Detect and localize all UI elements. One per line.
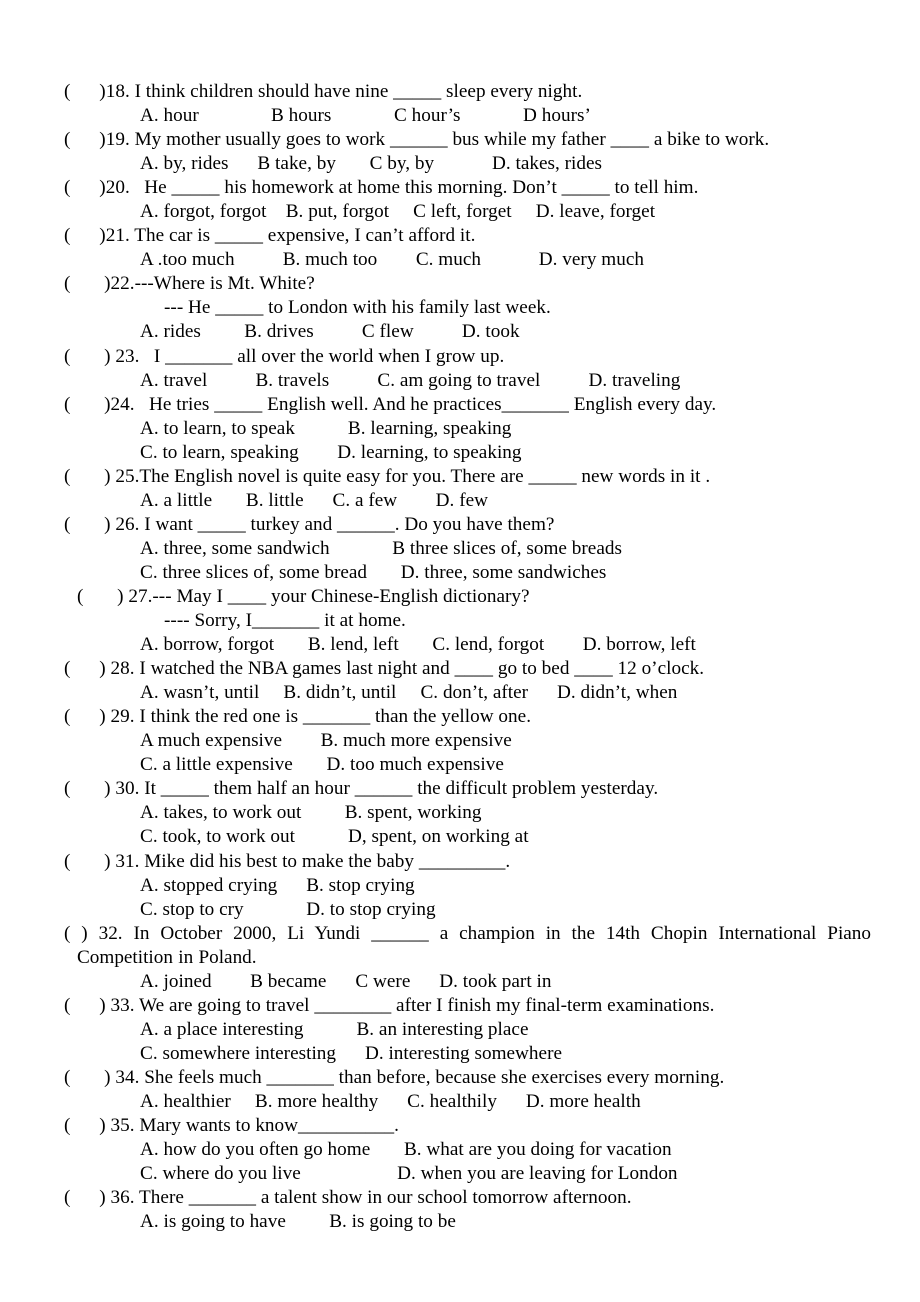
question-block: ( ) 33. We are going to travel ________ … — [64, 994, 858, 1066]
answer-options-line[interactable]: A much expensive B. much more expensive — [64, 729, 858, 753]
question-block: ( ) 30. It _____ them half an hour _____… — [64, 777, 858, 849]
question-block: ( ) 29. I think the red one is _______ t… — [64, 705, 858, 777]
answer-options-line[interactable]: C. to learn, speaking D. learning, to sp… — [64, 441, 858, 465]
question-stem: ( ) 28. I watched the NBA games last nig… — [64, 658, 705, 680]
question-stem: ( )20. He _____ his homework at home thi… — [64, 177, 699, 199]
question-block: ( ) 26. I want _____ turkey and ______. … — [64, 513, 858, 585]
question-stem: ( ) 34. She feels much _______ than befo… — [64, 1066, 725, 1088]
answer-options-line[interactable]: A. a little B. little C. a few D. few — [64, 489, 858, 513]
answer-options-line[interactable]: C. stop to cry D. to stop crying — [64, 898, 858, 922]
answer-options-line[interactable]: C. three slices of, some bread D. three,… — [64, 561, 858, 585]
question-block: ( ) 31. Mike did his best to make the ba… — [64, 850, 858, 922]
answer-options-line[interactable]: A. travel B. travels C. am going to trav… — [64, 369, 858, 393]
answer-options-line[interactable]: A. three, some sandwich B three slices o… — [64, 537, 858, 561]
answer-options-line[interactable]: A. is going to have B. is going to be — [64, 1210, 858, 1234]
question-block: ( ) 35. Mary wants to know__________. A. … — [64, 1114, 858, 1186]
question-stem: ( ) 26. I want _____ turkey and ______. … — [64, 513, 555, 535]
question-block: ( ) 32. In October 2000, Li Yundi ______… — [64, 922, 871, 994]
question-subline: --- He _____ to London with his family l… — [164, 297, 551, 319]
answer-options-line[interactable]: A. a place interesting B. an interesting… — [64, 1018, 858, 1042]
answer-options-line[interactable]: A .too much B. much too C. much D. very … — [64, 248, 858, 272]
answer-options-line[interactable]: A. hour B hours C hour’s D hours’ — [64, 104, 858, 128]
question-stem: ( ) 23. I _______ all over the world whe… — [64, 345, 505, 367]
question-stem: ( ) 33. We are going to travel ________ … — [64, 994, 715, 1016]
answer-options-line[interactable]: A. rides B. drives C flew D. took — [64, 320, 858, 344]
question-list: ( )18. I think children should have nine… — [64, 80, 871, 1234]
question-stem: ( ) 27.--- May I ____ your Chinese-Engli… — [77, 585, 530, 607]
answer-options-line[interactable]: C. took, to work out D, spent, on workin… — [64, 825, 858, 849]
question-stem: ( )22.---Where is Mt. White? — [64, 273, 315, 295]
question-stem: ( ) 31. Mike did his best to make the ba… — [64, 850, 511, 872]
question-stem: ( ) 32. In October 2000, Li Yundi ______… — [64, 922, 871, 968]
question-block: ( )18. I think children should have nine… — [64, 80, 858, 128]
answer-options-line[interactable]: A. forgot, forgot B. put, forgot C left,… — [64, 200, 858, 224]
question-stem: ( ) 35. Mary wants to know__________. — [64, 1115, 399, 1137]
question-stem: ( ) 36. There _______ a talent show in o… — [64, 1187, 632, 1209]
answer-options-line[interactable]: A. stopped crying B. stop crying — [64, 874, 858, 898]
answer-options-line[interactable]: C. somewhere interesting D. interesting … — [64, 1042, 858, 1066]
answer-options-line[interactable]: A. joined B became C were D. took part i… — [64, 970, 858, 994]
answer-options-line[interactable]: A. healthier B. more healthy C. healthil… — [64, 1090, 858, 1114]
question-block: ( ) 28. I watched the NBA games last nig… — [64, 657, 858, 705]
question-block: ( ) 27.--- May I ____ your Chinese-Engli… — [64, 585, 858, 657]
question-stem: ( ) 29. I think the red one is _______ t… — [64, 706, 532, 728]
answer-options-line[interactable]: A. to learn, to speak B. learning, speak… — [64, 417, 858, 441]
question-block: ( ) 36. There _______ a talent show in o… — [64, 1186, 858, 1234]
answer-options-line[interactable]: A. takes, to work out B. spent, working — [64, 801, 858, 825]
answer-options-line[interactable]: C. a little expensive D. too much expens… — [64, 753, 858, 777]
question-stem: ( )21. The car is _____ expensive, I can… — [64, 225, 476, 247]
question-subline: ---- Sorry, I_______ it at home. — [164, 610, 406, 632]
question-block: ( )24. He tries _____ English well. And … — [64, 393, 858, 465]
question-block: ( )20. He _____ his homework at home thi… — [64, 176, 858, 224]
answer-options-line[interactable]: A. wasn’t, until B. didn’t, until C. don… — [64, 681, 858, 705]
question-stem: ( )24. He tries _____ English well. And … — [64, 393, 717, 415]
question-block: ( )19. My mother usually goes to work __… — [64, 128, 858, 176]
exam-page: ( )18. I think children should have nine… — [0, 0, 920, 1302]
answer-options-line[interactable]: C. where do you live D. when you are lea… — [64, 1162, 858, 1186]
question-stem: ( ) 30. It _____ them half an hour _____… — [64, 778, 659, 800]
question-block: ( )21. The car is _____ expensive, I can… — [64, 224, 858, 272]
question-block: ( ) 23. I _______ all over the world whe… — [64, 345, 858, 393]
question-block: ( )22.---Where is Mt. White? --- He _____… — [64, 272, 858, 344]
answer-options-line[interactable]: A. by, rides B take, by C by, by D. take… — [64, 152, 858, 176]
answer-options-line[interactable]: A. how do you often go home B. what are … — [64, 1138, 858, 1162]
question-block: ( ) 25.The English novel is quite easy f… — [64, 465, 858, 513]
question-stem: ( )19. My mother usually goes to work __… — [64, 129, 770, 151]
question-block: ( ) 34. She feels much _______ than befo… — [64, 1066, 858, 1114]
answer-options-line[interactable]: A. borrow, forgot B. lend, left C. lend,… — [64, 633, 858, 657]
question-stem: ( )18. I think children should have nine… — [64, 81, 583, 102]
question-stem: ( ) 25.The English novel is quite easy f… — [64, 465, 711, 487]
